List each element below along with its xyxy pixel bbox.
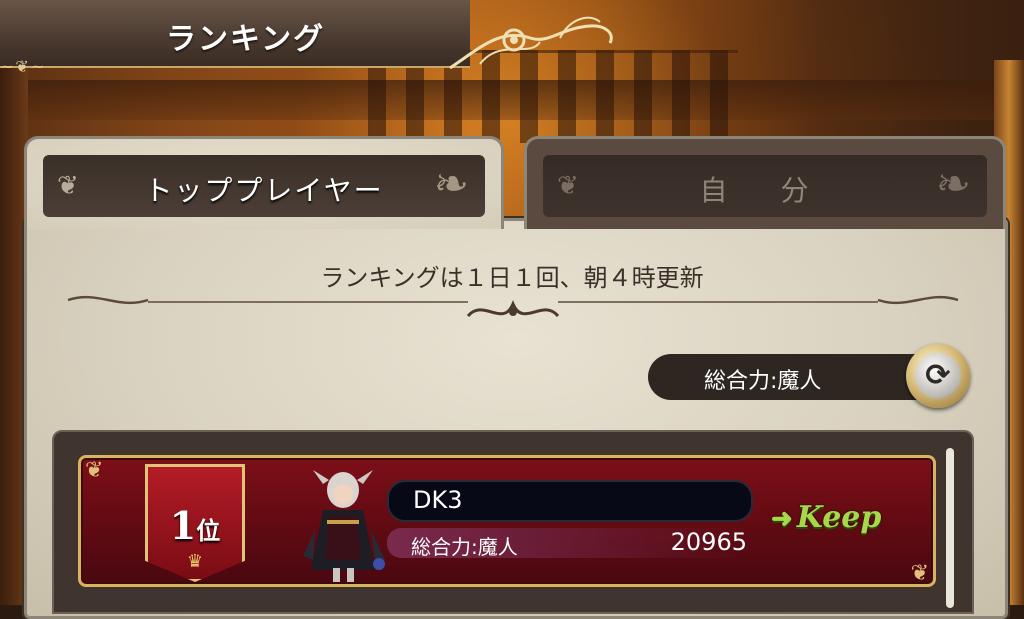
player-name-bar: DK3 (387, 480, 753, 522)
tab-plate: ❦ トッププレイヤー ❧ (43, 155, 485, 217)
page-title: ランキング (166, 22, 326, 57)
refresh-sort-button[interactable]: ⟳ (906, 344, 970, 408)
list-scrollbar[interactable] (946, 448, 954, 608)
filigree-ornament-icon (449, 16, 613, 70)
tab-label: 自 分 (699, 174, 831, 207)
sort-selector[interactable]: 総合力:魔人 (648, 354, 936, 400)
header-bar: ランキング ~❦~ (0, 0, 470, 76)
power-value: 20965 (670, 528, 747, 556)
rank-suffix: 位 (196, 516, 221, 545)
power-label: 総合力:魔人 (411, 535, 518, 559)
tab-self[interactable]: ❦ 自 分 ❧ (524, 136, 1006, 229)
tab-label: トッププレイヤー (144, 174, 384, 207)
tab-top-players[interactable]: ❦ トッププレイヤー ❧ (24, 136, 504, 229)
rank-text: 1位 (148, 503, 242, 548)
ranking-row[interactable]: ❦ ❦ 1位 ♛ DK3 総合力:魔人 20965 ➜ Keep (78, 455, 936, 587)
sort-label: 総合力:魔人 (704, 369, 822, 394)
feather-ornament-icon: ❧ (935, 159, 971, 208)
refresh-icon: ⟳ (915, 353, 961, 399)
tab-plate: ❦ 自 分 ❧ (543, 155, 987, 217)
arrow-right-icon: ➜ (771, 504, 793, 534)
player-power-bar: 総合力:魔人 20965 (387, 528, 749, 559)
player-avatar (303, 470, 385, 582)
header-ornament-icon: ~❦~ (0, 57, 47, 76)
player-name: DK3 (413, 486, 463, 514)
crown-icon: ♛ (186, 551, 204, 572)
feather-ornament-icon: ❧ (433, 159, 469, 208)
rank-badge: 1位 ♛ (145, 464, 245, 582)
corner-ornament-icon: ❦ (910, 561, 929, 586)
corner-ornament-icon: ❦ (85, 458, 104, 483)
keep-button[interactable]: ➜ Keep (771, 500, 881, 540)
rank-number: 1 (169, 503, 197, 548)
ornamental-divider-icon (67, 295, 959, 318)
keep-label: Keep (796, 500, 882, 535)
